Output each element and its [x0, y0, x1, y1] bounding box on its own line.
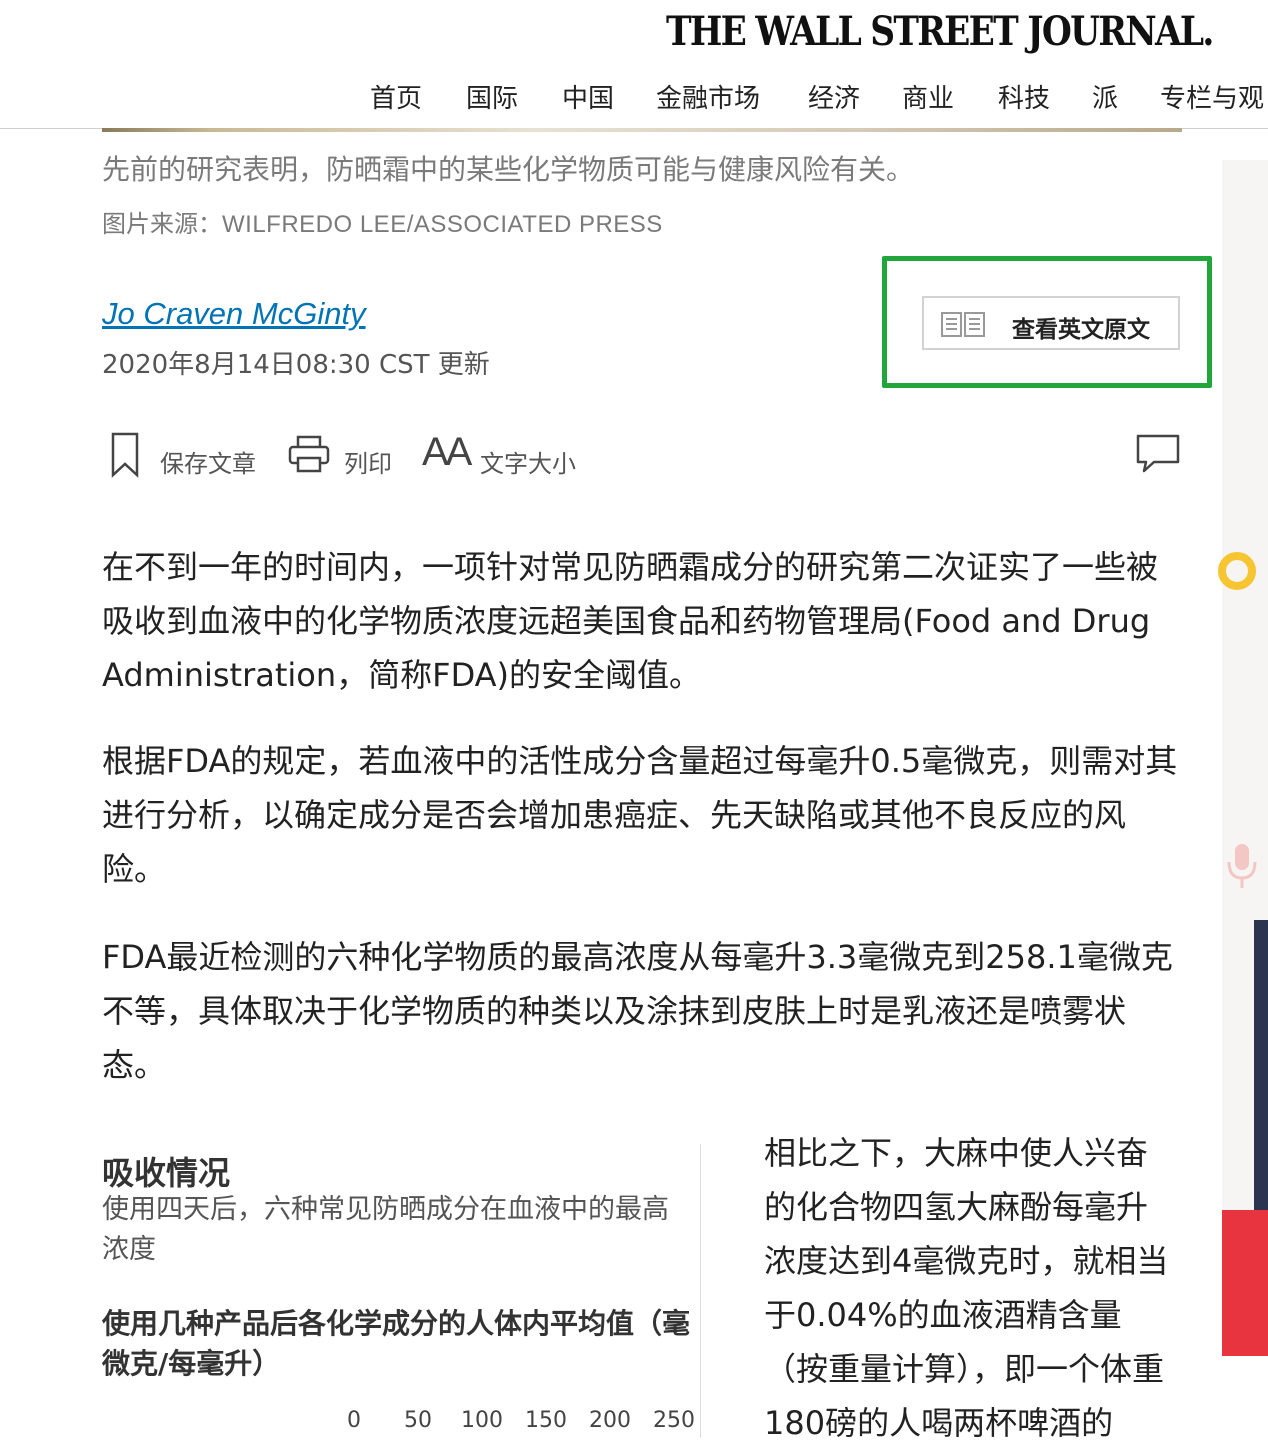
publish-timestamp: 2020年8月14日08:30 CST 更新 — [102, 350, 490, 380]
nav-item-china[interactable]: 中国 — [562, 78, 614, 115]
view-english-button[interactable]: 查看英文原文 — [922, 296, 1180, 350]
column-divider — [700, 1144, 701, 1438]
view-english-label: 查看英文原文 — [1012, 317, 1150, 343]
nav-item-business[interactable]: 商业 — [902, 78, 954, 115]
nav-item-world[interactable]: 国际 — [466, 78, 518, 115]
font-size-icon: AA — [422, 430, 472, 474]
site-header: THE WALL STREET JOURNAL. 首页 国际 中国 金融市场 经… — [0, 0, 1268, 129]
nav-item-opinion[interactable]: 专栏与观 — [1160, 78, 1264, 115]
article-image-bottom-edge — [102, 128, 1182, 132]
x-tick-label: 50 — [404, 1408, 432, 1433]
x-tick-label: 100 — [461, 1408, 503, 1433]
x-tick-label: 250 — [653, 1408, 695, 1433]
ad-ring-icon — [1218, 552, 1256, 590]
article-paragraph: FDA最近检测的六种化学物质的最高浓度从每毫升3.3毫微克到258.1毫微克不等… — [102, 938, 1173, 1084]
save-article-label: 保存文章 — [160, 450, 256, 478]
open-book-icon — [940, 310, 986, 342]
image-caption: 先前的研究表明，防晒霜中的某些化学物质可能与健康风险有关。 — [102, 153, 915, 186]
ad-dark-strip — [1254, 920, 1268, 1220]
nav-item-tech[interactable]: 科技 — [998, 78, 1050, 115]
nav-item-pie[interactable]: 派 — [1092, 78, 1118, 115]
bookmark-icon — [110, 432, 140, 482]
article-side-paragraph: 相比之下，大麻中使人兴奋的化合物四氢大麻酚每毫升浓度达到4毫微克时，就相当于0.… — [764, 1134, 1169, 1442]
image-credit-label: 图片来源： — [102, 210, 222, 238]
chart-subtitle: 使用四天后，六种常见防晒成分在血液中的最高浓度 — [102, 1194, 669, 1265]
absorption-chart: 吸收情况 使用四天后，六种常见防晒成分在血液中的最高浓度 使用几种产品后各化学成… — [102, 1140, 702, 1438]
author-link[interactable]: Jo Craven McGinty — [102, 296, 366, 332]
print-button[interactable]: 列印 — [288, 430, 398, 480]
article-paragraph: 在不到一年的时间内，一项针对常见防晒霜成分的研究第二次证实了一些被吸收到血液中的… — [102, 548, 1159, 694]
chart-heading: 使用几种产品后各化学成分的人体内平均值（毫微克/每毫升） — [102, 1307, 691, 1380]
print-label: 列印 — [344, 450, 392, 478]
nav-item-markets[interactable]: 金融市场 — [656, 78, 760, 115]
microphone-icon — [1226, 842, 1258, 894]
x-tick-label: 0 — [347, 1408, 361, 1433]
image-credit: 图片来源：WILFREDO LEE/ASSOCIATED PRESS — [102, 204, 663, 239]
article-paragraph: 根据FDA的规定，若血液中的活性成分含量超过每毫升0.5毫微克，则需对其进行分析… — [102, 742, 1178, 888]
ad-red-block — [1222, 1210, 1268, 1356]
font-size-button[interactable]: AA 文字大小 — [422, 430, 582, 480]
nav-item-economy[interactable]: 经济 — [808, 78, 860, 115]
nav-item-home[interactable]: 首页 — [370, 78, 422, 115]
x-tick-label: 150 — [525, 1408, 567, 1433]
font-size-label: 文字大小 — [480, 450, 576, 478]
chart-title: 吸收情况 — [102, 1154, 231, 1192]
x-tick-label: 200 — [589, 1408, 631, 1433]
save-article-button[interactable]: 保存文章 — [110, 430, 260, 480]
comment-icon[interactable] — [1136, 434, 1180, 478]
printer-icon — [288, 434, 330, 478]
masthead-logo[interactable]: THE WALL STREET JOURNAL. — [666, 8, 1214, 55]
image-credit-name: WILFREDO LEE/ASSOCIATED PRESS — [222, 211, 663, 238]
